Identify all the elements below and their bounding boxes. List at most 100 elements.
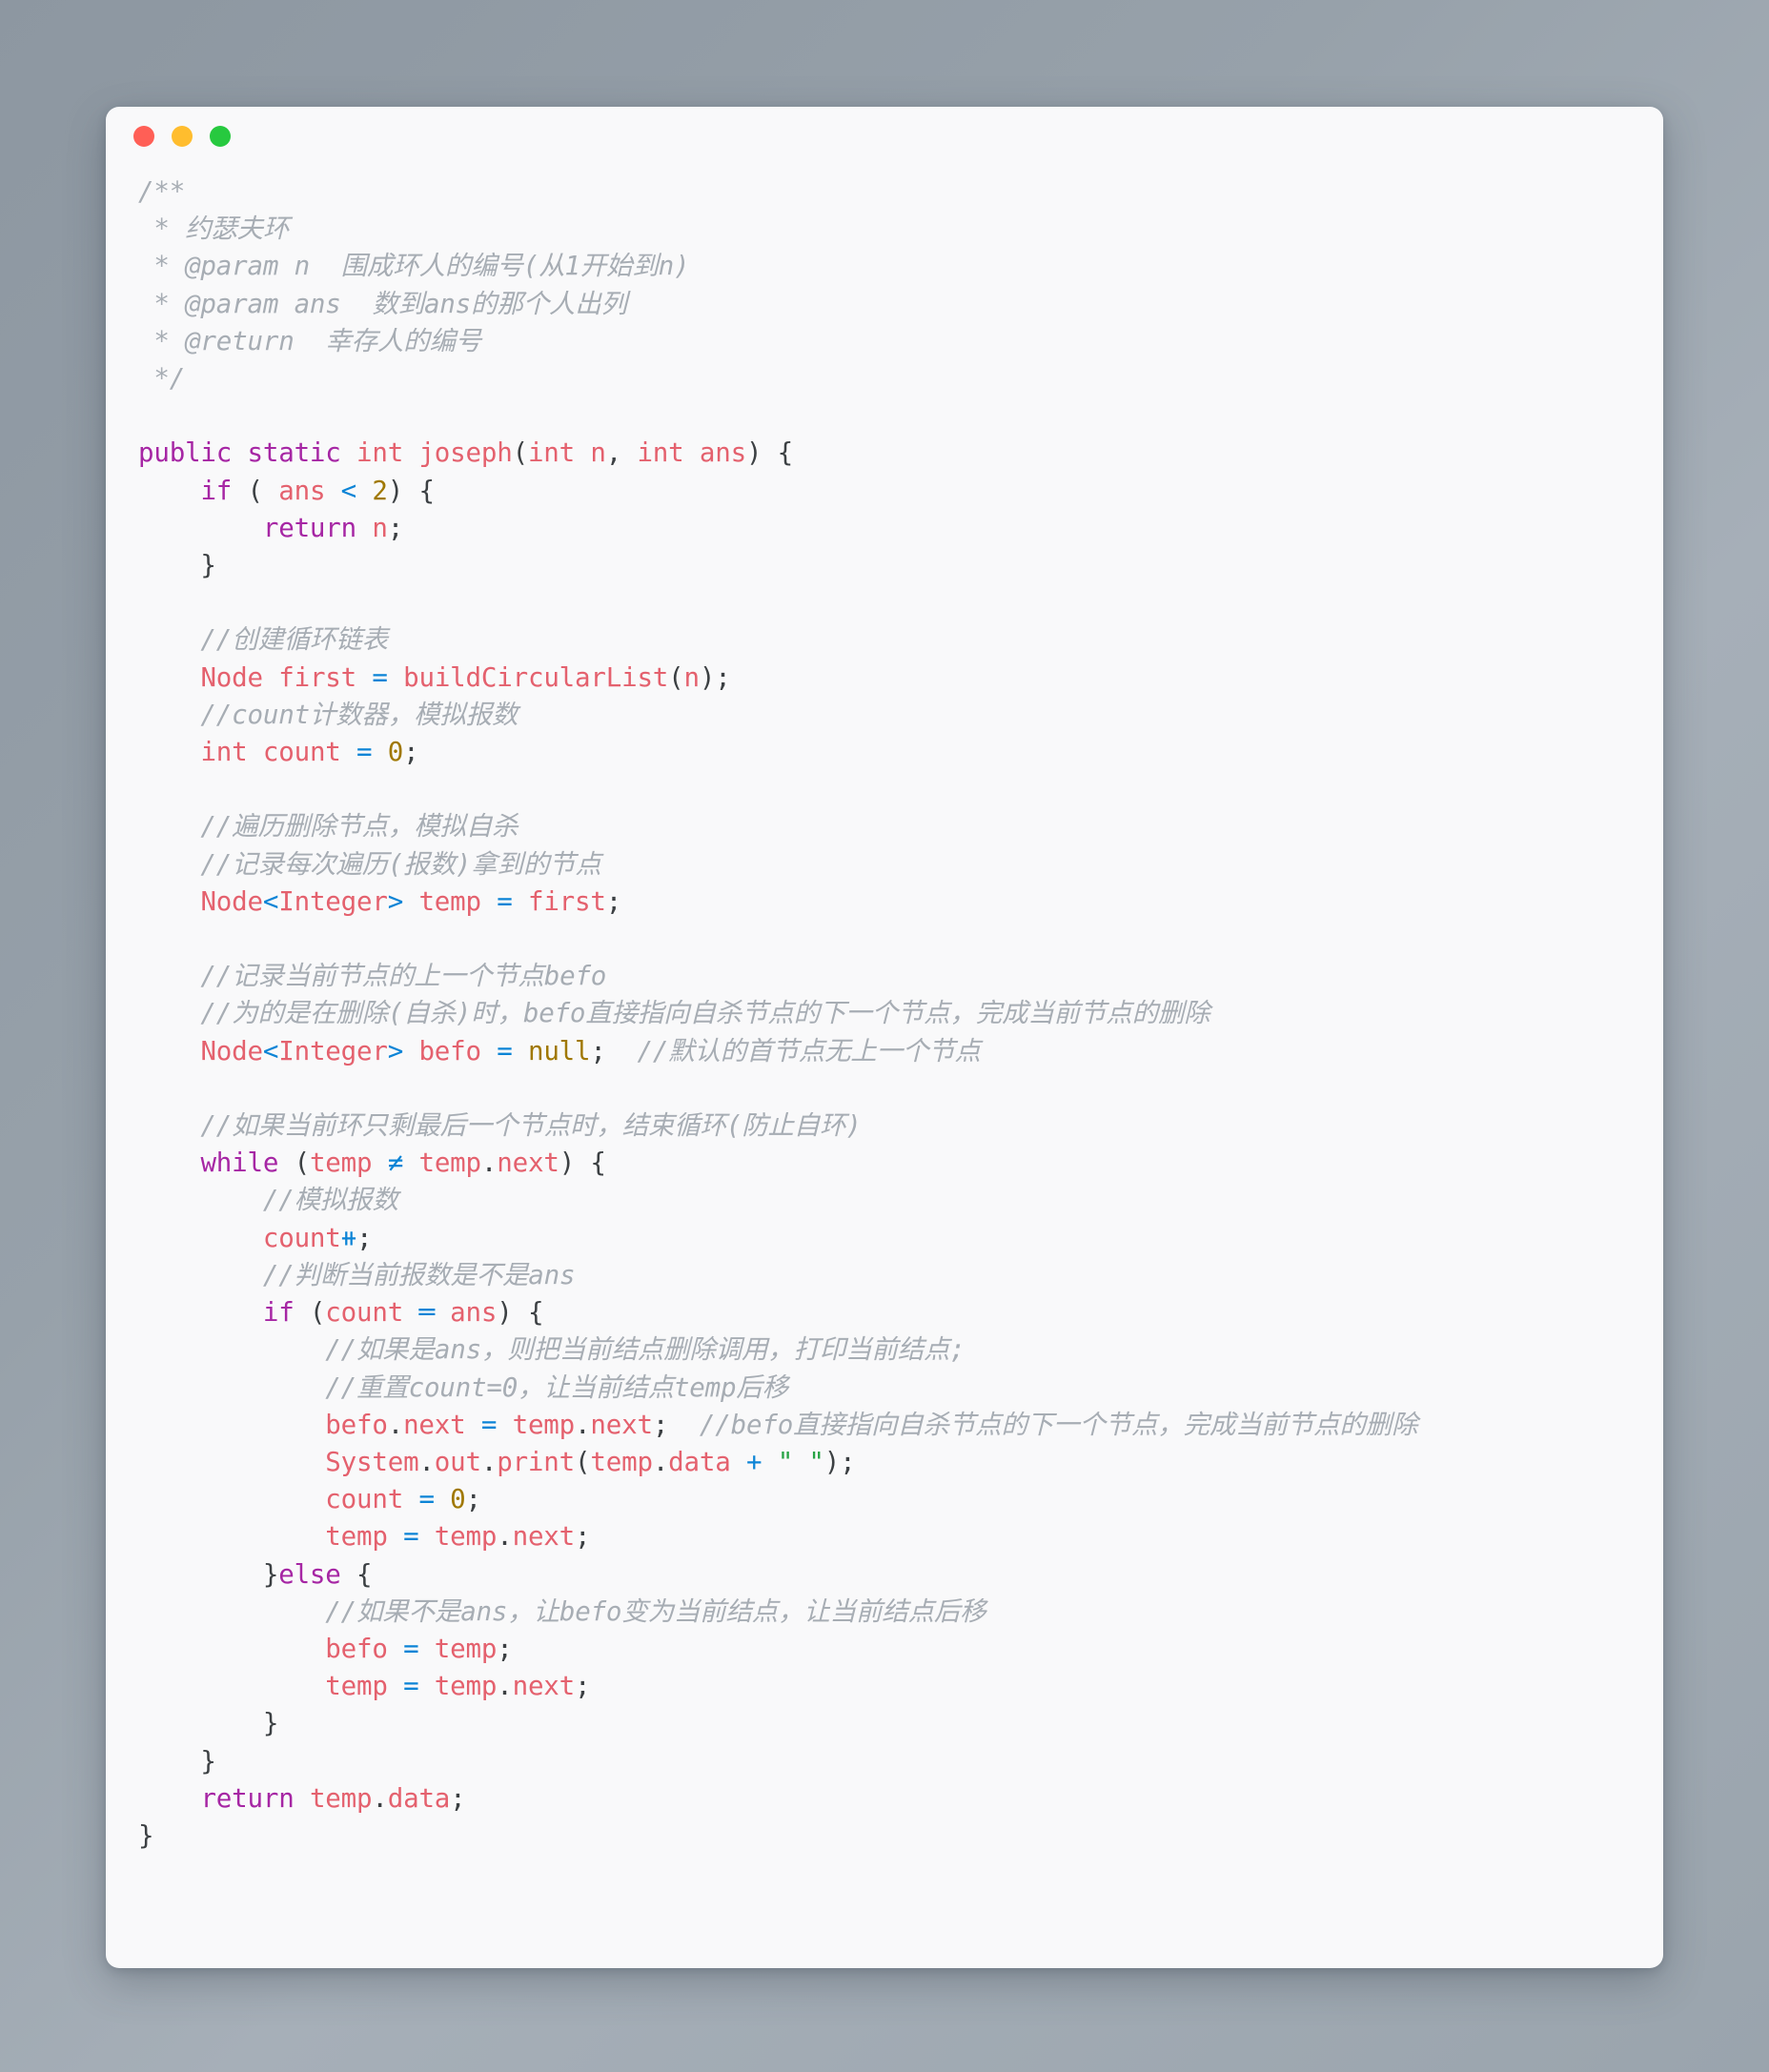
code-token: ; [387, 512, 404, 543]
code-line: befo.next = temp.next; //befo直接指向自杀节点的下一… [138, 1407, 1654, 1444]
code-token: Node [200, 1035, 263, 1066]
code-token: //模拟报数 [138, 1185, 398, 1216]
code-editor-window: /** * 约瑟夫环 * @param n 围成环人的编号(从1开始到n) * … [106, 107, 1663, 1968]
code-line: count = 0; [138, 1481, 1654, 1518]
code-token: * 约瑟夫环 [138, 213, 290, 245]
source-code-block[interactable]: /** * 约瑟夫环 * @param n 围成环人的编号(从1开始到n) * … [106, 173, 1663, 1855]
code-line: /** [138, 173, 1654, 211]
code-token: //befo直接指向自杀节点的下一个节点，完成当前节点的删除 [699, 1409, 1418, 1440]
code-token: count [325, 1297, 404, 1329]
code-token: = [497, 885, 513, 917]
code-token: } [138, 1745, 216, 1777]
code-line: //记录当前节点的上一个节点befo [138, 958, 1654, 995]
code-token: . [497, 1521, 513, 1553]
code-token: temp [325, 1521, 388, 1553]
code-token: ) { [745, 437, 794, 469]
code-token: //count计数器，模拟报数 [138, 699, 518, 730]
code-line: //遍历删除节点，模拟自杀 [138, 808, 1654, 845]
code-token: } [138, 1819, 154, 1851]
code-line: //如果是ans，则把当前结点删除调用，打印当前结点; [138, 1331, 1654, 1369]
code-token: temp [418, 1148, 481, 1179]
code-token: = [372, 661, 388, 693]
code-token: . [480, 1148, 498, 1179]
code-line: //如果当前环只剩最后一个节点时，结束循环(防止自环) [138, 1107, 1654, 1145]
close-window-button[interactable] [133, 126, 154, 147]
code-token: ; [403, 737, 419, 768]
maximize-window-button[interactable] [210, 126, 231, 147]
code-line: befo = temp; [138, 1631, 1654, 1668]
code-token: while [200, 1148, 279, 1179]
code-token: int [200, 737, 248, 768]
code-token: //如果当前环只剩最后一个节点时，结束循环(防止自环) [138, 1110, 862, 1142]
code-line: return temp.data; [138, 1780, 1654, 1818]
code-token: //重置count=0，让当前结点temp后移 [138, 1371, 788, 1403]
code-token: ans [278, 475, 326, 506]
code-token: < [340, 475, 357, 506]
code-token: out [434, 1446, 481, 1477]
code-line: temp = temp.next; [138, 1518, 1654, 1555]
code-token: befo [418, 1035, 481, 1066]
code-token: n [590, 437, 606, 469]
code-token: //默认的首节点无上一个节点 [637, 1035, 981, 1066]
code-line: Node<Integer> befo = null; //默认的首节点无上一个节… [138, 1033, 1654, 1070]
code-token: ; [497, 1633, 513, 1664]
code-token: { [340, 1558, 373, 1590]
code-token: */ [138, 363, 186, 395]
code-token: next [590, 1409, 653, 1440]
code-line: Node first = buildCircularList(n); [138, 660, 1654, 697]
code-line: * @param n 围成环人的编号(从1开始到n) [138, 248, 1654, 285]
code-line: if (count ═ ans) { [138, 1294, 1654, 1331]
code-token: return [262, 512, 356, 543]
code-token: ); [824, 1446, 856, 1477]
code-token: int [356, 437, 404, 469]
code-token: ( [232, 475, 279, 506]
code-token: /** [138, 176, 186, 207]
code-token: int [527, 437, 576, 469]
code-token: //如果不是ans，让befo变为当前结点，让当前结点后移 [138, 1595, 986, 1627]
code-token: if [200, 475, 233, 506]
code-token: ) { [387, 475, 435, 506]
code-token: ; [356, 1222, 373, 1253]
code-token: = [403, 1633, 419, 1664]
code-token: ; [652, 1409, 700, 1440]
code-token: if [262, 1297, 295, 1329]
code-token: Integer [278, 1035, 388, 1066]
code-token: buildCircularList [403, 661, 669, 693]
code-line: public static int joseph(int n, int ans)… [138, 435, 1654, 472]
code-token: . [387, 1409, 404, 1440]
code-token: , [605, 437, 638, 469]
code-token: temp [434, 1671, 498, 1702]
code-token: temp [325, 1671, 388, 1702]
code-line: * @param ans 数到ans的那个人出列 [138, 286, 1654, 323]
code-token: Integer [278, 885, 388, 917]
code-token: joseph [418, 437, 513, 469]
code-token: ═ [418, 1297, 435, 1329]
window-titlebar [106, 107, 1663, 166]
code-token: ; [575, 1671, 591, 1702]
code-token: ; [590, 1035, 638, 1066]
code-area[interactable]: /** * 约瑟夫环 * @param n 围成环人的编号(从1开始到n) * … [106, 166, 1663, 1855]
minimize-window-button[interactable] [172, 126, 193, 147]
code-line: //为的是在删除(自杀)时，befo直接指向自杀节点的下一个节点，完成当前节点的… [138, 995, 1654, 1032]
